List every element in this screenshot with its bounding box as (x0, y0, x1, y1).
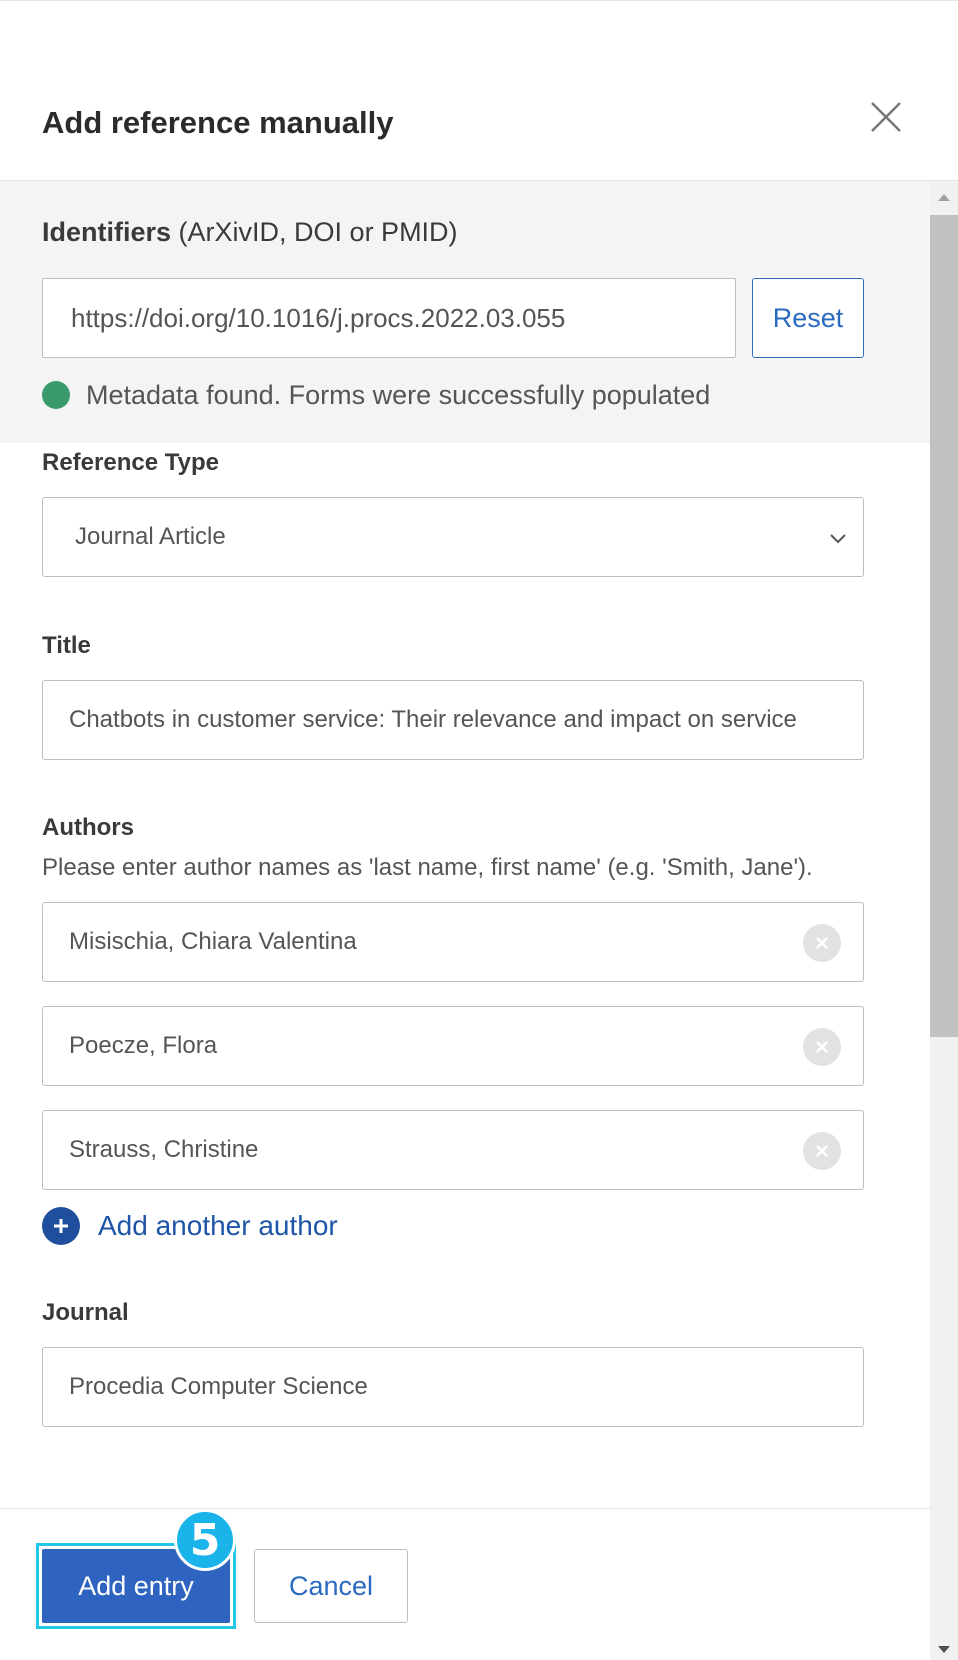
remove-author-button[interactable] (803, 1132, 841, 1170)
author-field[interactable]: Misischia, Chiara Valentina (42, 902, 864, 982)
identifiers-section: Identifiers (ArXivID, DOI or PMID) https… (0, 181, 930, 443)
dialog-header: Add reference manually (0, 1, 958, 181)
close-icon (871, 102, 901, 132)
reference-type-select[interactable]: Journal Article (42, 497, 864, 577)
scroll-up-arrow-icon[interactable] (930, 187, 958, 207)
authors-label: Authors (42, 814, 134, 841)
reset-button[interactable]: Reset (752, 278, 864, 358)
author-name: Misischia, Chiara Valentina (69, 928, 357, 955)
close-icon (816, 1041, 828, 1053)
identifiers-label-hint: (ArXivID, DOI or PMID) (178, 217, 458, 247)
remove-author-button[interactable] (803, 1028, 841, 1066)
plus-icon (42, 1207, 80, 1245)
step-badge: 5 (174, 1509, 236, 1571)
title-input[interactable]: Chatbots in customer service: Their rele… (42, 680, 864, 760)
add-author-label: Add another author (98, 1210, 338, 1241)
reference-type-value: Journal Article (75, 523, 226, 550)
cancel-button[interactable]: Cancel (254, 1549, 408, 1623)
reference-type-label: Reference Type (42, 449, 219, 476)
journal-input[interactable]: Procedia Computer Science (42, 1347, 864, 1427)
scroll-down-arrow-icon[interactable] (930, 1640, 958, 1660)
identifiers-label-bold: Identifiers (42, 217, 172, 247)
identifier-input[interactable]: https://doi.org/10.1016/j.procs.2022.03.… (42, 278, 736, 358)
dialog-footer: Add entry 5 Cancel (0, 1508, 930, 1660)
dialog-body: Identifiers (ArXivID, DOI or PMID) https… (0, 181, 930, 1508)
scrollbar[interactable] (930, 181, 958, 1660)
add-author-button[interactable]: Add another author (42, 1206, 338, 1246)
title-label: Title (42, 632, 91, 659)
journal-label: Journal (42, 1299, 129, 1326)
scrollbar-thumb[interactable] (930, 215, 958, 1037)
author-field[interactable]: Strauss, Christine (42, 1110, 864, 1190)
identifiers-label: Identifiers (ArXivID, DOI or PMID) (42, 217, 458, 248)
author-field[interactable]: Poecze, Flora (42, 1006, 864, 1086)
author-name: Strauss, Christine (69, 1136, 259, 1163)
authors-help-text: Please enter author names as 'last name,… (42, 854, 813, 881)
status-text: Metadata found. Forms were successfully … (86, 379, 711, 410)
author-name: Poecze, Flora (69, 1032, 218, 1059)
close-icon (816, 1145, 828, 1157)
dialog-title: Add reference manually (42, 105, 394, 140)
close-button[interactable] (866, 97, 906, 137)
chevron-down-icon (830, 534, 846, 544)
success-icon (42, 381, 70, 409)
remove-author-button[interactable] (803, 924, 841, 962)
metadata-status: Metadata found. Forms were successfully … (42, 375, 710, 415)
close-icon (816, 937, 828, 949)
